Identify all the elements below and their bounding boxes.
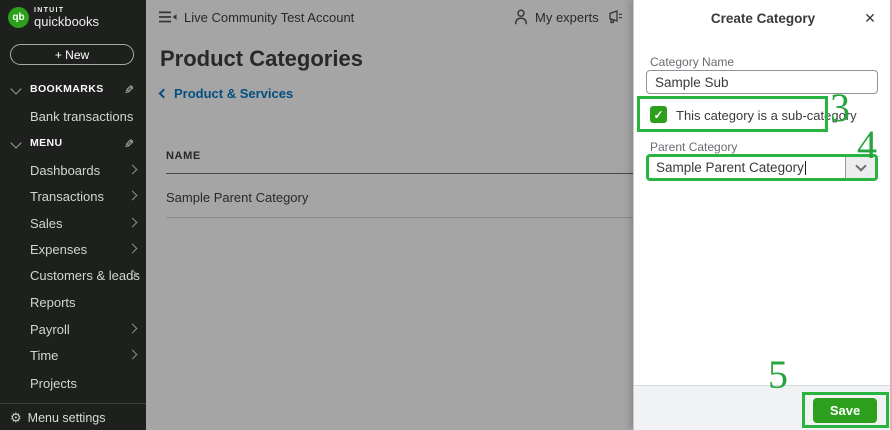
chevron-right-icon [127, 217, 138, 228]
sidebar-item-time[interactable]: Time [0, 347, 146, 363]
chevron-down-icon [10, 137, 22, 149]
sidebar-item-expenses[interactable]: Expenses [0, 241, 146, 257]
sidebar-item-reports[interactable]: Reports [0, 294, 146, 310]
table-column-name: NAME [166, 150, 201, 162]
table-row-divider [166, 217, 633, 218]
subcategory-checkbox[interactable] [650, 106, 667, 123]
sidebar-divider [0, 403, 146, 404]
gear-icon [10, 409, 22, 427]
collapse-sidebar-icon[interactable] [159, 11, 177, 23]
parent-category-label: Parent Category [650, 140, 738, 154]
edit-pencil-icon[interactable] [124, 81, 134, 99]
create-category-drawer: Create Category Category Name This categ… [633, 0, 892, 430]
chevron-down-icon [10, 83, 22, 95]
chevron-down-icon [854, 159, 867, 172]
new-button[interactable]: + New [10, 44, 134, 65]
chevron-right-icon [127, 164, 138, 175]
section-label: MENU [30, 137, 63, 149]
edit-pencil-icon[interactable] [124, 135, 134, 153]
person-icon [514, 9, 528, 25]
my-experts-button[interactable]: My experts [514, 9, 599, 25]
chevron-right-icon [127, 243, 138, 254]
chevron-right-icon [127, 349, 138, 360]
page-title: Product Categories [160, 46, 363, 71]
sidebar-item-payroll[interactable]: Payroll [0, 321, 146, 337]
parent-category-value: Sample Parent Category [656, 160, 804, 175]
quickbooks-logo[interactable]: qb INTUIT quickbooks [8, 7, 99, 28]
sidebar-item-projects[interactable]: Projects [0, 375, 146, 391]
close-icon[interactable] [861, 9, 879, 27]
parent-category-dropdown[interactable]: Sample Parent Category [646, 154, 878, 181]
category-name-label: Category Name [650, 55, 735, 69]
qb-logo-icon: qb [8, 7, 29, 28]
table-header-divider [166, 173, 633, 174]
sidebar-item-transactions[interactable]: Transactions [0, 188, 146, 204]
sidebar-section-menu[interactable]: MENU [0, 136, 146, 152]
quickbooks-app: qb INTUIT quickbooks + New BOOKMARKS Ban… [0, 0, 892, 430]
sidebar: qb INTUIT quickbooks + New BOOKMARKS Ban… [0, 0, 146, 430]
sidebar-item-sales[interactable]: Sales [0, 215, 146, 231]
sidebar-item-dashboards[interactable]: Dashboards [0, 162, 146, 178]
sidebar-item-bank-transactions[interactable]: Bank transactions [0, 108, 146, 124]
table-row[interactable]: Sample Parent Category [166, 190, 308, 205]
chevron-right-icon [127, 190, 138, 201]
chevron-left-icon [158, 88, 169, 99]
dropdown-toggle-button[interactable] [845, 157, 875, 178]
quickbooks-wordmark: quickbooks [34, 14, 100, 29]
category-name-input[interactable] [646, 70, 878, 94]
sidebar-section-bookmarks[interactable]: BOOKMARKS [0, 82, 146, 98]
text-cursor [804, 160, 806, 175]
account-name: Live Community Test Account [184, 10, 355, 25]
sidebar-item-customers-leads[interactable]: Customers & leads [0, 267, 146, 283]
save-button[interactable]: Save [813, 398, 877, 423]
top-bar: Live Community Test Account My experts [146, 0, 633, 34]
subcategory-checkbox-label: This category is a sub-category [676, 108, 857, 123]
breadcrumb-product-services[interactable]: Product & Services [158, 86, 293, 101]
main-content: Live Community Test Account My experts P… [146, 0, 633, 430]
section-label: BOOKMARKS [30, 83, 104, 95]
menu-settings-button[interactable]: Menu settings [10, 409, 106, 427]
intuit-wordmark: INTUIT [34, 7, 65, 14]
drawer-title: Create Category [710, 11, 816, 26]
megaphone-icon[interactable] [606, 9, 623, 25]
chevron-right-icon [127, 323, 138, 334]
